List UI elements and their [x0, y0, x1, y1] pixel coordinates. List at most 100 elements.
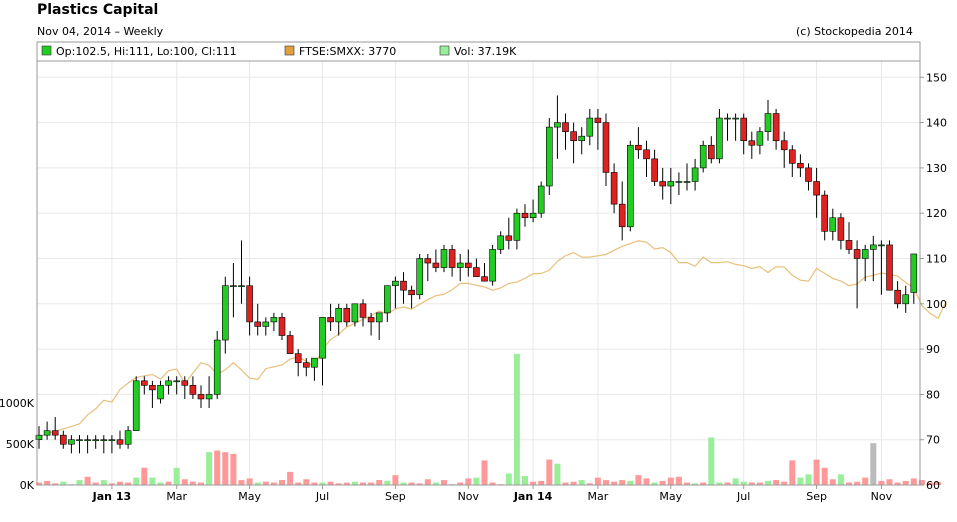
candle	[643, 140, 650, 177]
candle	[294, 349, 302, 377]
candle	[659, 167, 667, 200]
volume-bar	[627, 480, 634, 485]
legend-label: Vol: 37.19K	[454, 45, 517, 58]
legend-label: Op:102.5, Hi:111, Lo:100, Cl:111	[56, 45, 237, 58]
candle	[416, 253, 424, 300]
candle	[837, 213, 845, 250]
volume-bars	[36, 353, 942, 485]
candle	[537, 181, 545, 218]
candle	[562, 113, 569, 150]
candle-body	[238, 285, 245, 287]
candle-body	[699, 144, 707, 169]
volume-bar	[149, 477, 156, 485]
candle-body	[902, 294, 910, 305]
candle	[554, 95, 561, 159]
candle	[626, 140, 634, 232]
candle	[68, 435, 75, 454]
candle	[400, 272, 407, 304]
volume-bar	[805, 474, 812, 485]
candle	[764, 99, 772, 141]
volume-bar	[538, 480, 545, 485]
candle-body	[359, 303, 367, 318]
candle	[440, 244, 448, 273]
candle-body	[732, 117, 739, 120]
candle-body	[432, 262, 440, 268]
x-tick-label: May	[659, 490, 682, 503]
candle	[116, 430, 124, 449]
x-tick-label: Nov	[871, 490, 893, 503]
volume-bar	[481, 460, 488, 485]
candle-body	[100, 439, 108, 442]
x-tick-label: Nov	[458, 490, 480, 503]
candle-body	[92, 439, 99, 442]
volume-tick-label: 0K	[20, 479, 35, 492]
candle-body	[440, 249, 448, 268]
candle-body	[845, 240, 853, 250]
candle	[383, 285, 391, 322]
volume-bar	[886, 479, 893, 485]
candle-body	[748, 140, 756, 146]
candle-body	[400, 280, 407, 291]
candle	[464, 249, 472, 277]
candle-body	[262, 321, 270, 327]
candle	[141, 376, 148, 395]
candle	[278, 312, 286, 341]
volume-bar	[206, 452, 213, 485]
candle-body	[464, 262, 472, 268]
candle-body	[683, 181, 691, 183]
candle	[505, 217, 513, 250]
candle-body	[707, 144, 715, 160]
candle-body	[416, 258, 424, 296]
candle	[132, 376, 140, 431]
candle-body	[408, 289, 415, 296]
volume-bar	[659, 480, 666, 485]
candle	[262, 317, 270, 336]
candle-body	[489, 249, 496, 282]
candle-body	[173, 380, 180, 383]
candle	[545, 118, 553, 196]
axes: 60 70 80 90 100 110 120 130 140 150 0K 500K 1000K Jan…	[0, 71, 947, 503]
candle-body	[302, 362, 310, 368]
candle	[92, 435, 99, 449]
volume-bar	[667, 477, 674, 485]
volume-bar	[384, 480, 391, 485]
candle	[230, 263, 237, 318]
candle	[302, 358, 310, 377]
candle-body	[878, 244, 885, 247]
candle-body	[141, 380, 148, 386]
candle	[473, 258, 480, 277]
candle-body	[691, 167, 699, 182]
volume-bar	[603, 480, 609, 485]
candle-body	[570, 131, 577, 142]
volume-bar	[392, 475, 399, 485]
candle	[602, 113, 610, 187]
volume-bar	[473, 477, 480, 485]
candle-body	[756, 131, 764, 146]
candle	[675, 172, 683, 196]
x-tick-label: Jan 14	[513, 490, 553, 503]
volume-bar	[732, 478, 739, 485]
candle-body	[254, 321, 261, 327]
volume-bar	[376, 480, 383, 485]
candle	[610, 163, 618, 214]
candle-body	[643, 149, 650, 160]
candle	[189, 376, 197, 399]
candle-body	[456, 262, 464, 268]
candle	[886, 240, 893, 291]
candle-body	[594, 117, 602, 123]
volume-bar	[708, 437, 715, 485]
candle-body	[149, 385, 156, 391]
candle-body	[545, 126, 553, 187]
candle-body	[270, 317, 278, 323]
x-tick-label: Jan 13	[92, 490, 131, 503]
legend-swatch	[41, 45, 52, 56]
candle	[197, 385, 205, 408]
candle-body	[894, 289, 901, 305]
candle	[165, 376, 172, 395]
candle	[489, 244, 496, 286]
candle-body	[343, 308, 351, 323]
price-tick-label: 120	[926, 207, 947, 220]
volume-bar	[287, 471, 294, 485]
candle-body	[837, 217, 845, 241]
candle-body	[448, 249, 456, 268]
